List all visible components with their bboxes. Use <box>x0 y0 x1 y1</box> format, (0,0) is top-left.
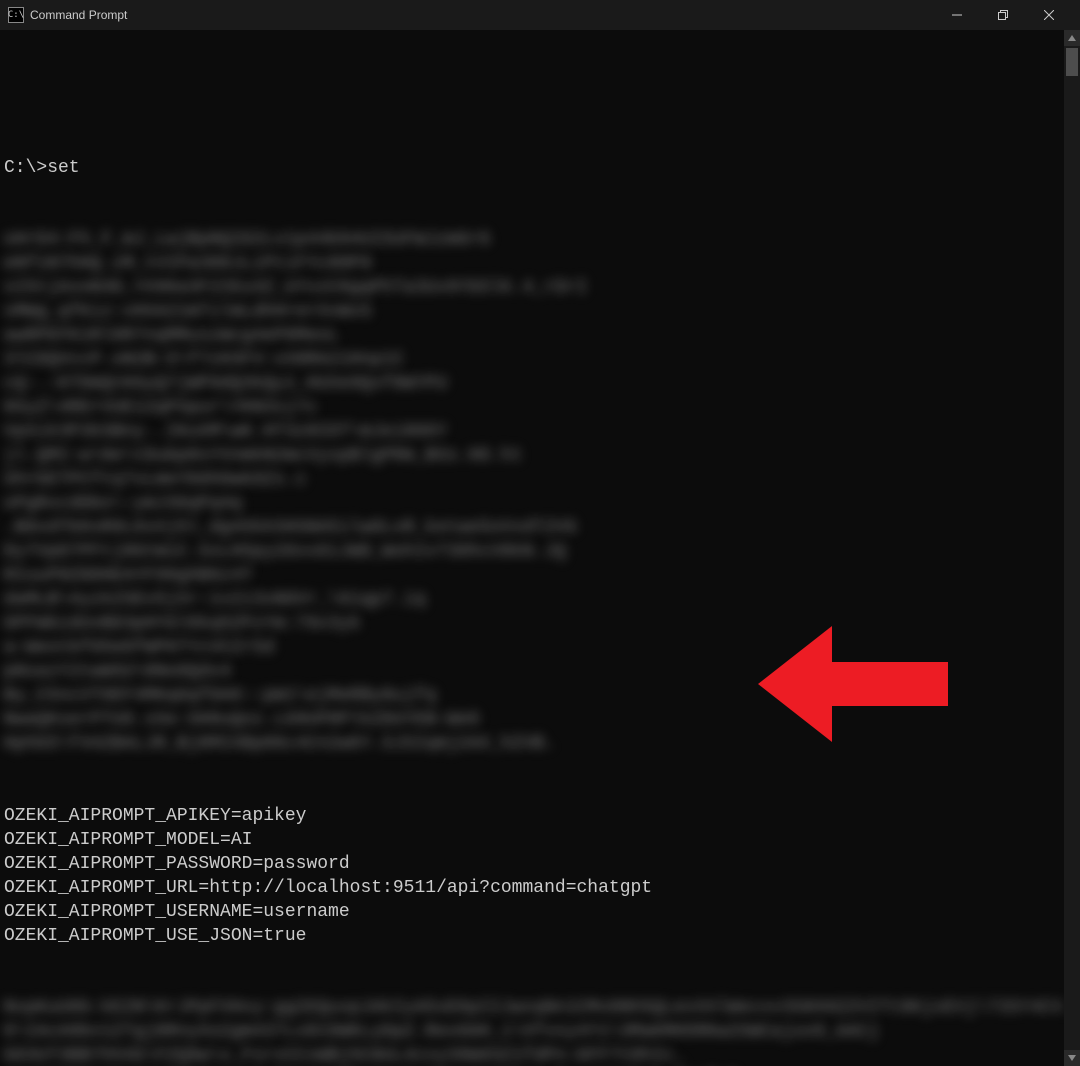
env-var-line: OZEKI_AIPROMPT_MODEL=AI <box>4 828 1060 852</box>
close-icon <box>1044 10 1054 20</box>
close-button[interactable] <box>1026 0 1072 30</box>
blurred-line: daMLB\4yzkZSEv5jXr:1v2i3xNOVr_\61qp7.iq <box>4 588 1060 612</box>
blurred-line: eNf1N7hHQ.zM_tVIPa388JLiPtiFYc88P9 <box>4 252 1060 276</box>
blurred-line: oPgRxcdDbo\:ymJ3GqPq4q <box>4 492 1060 516</box>
blurred-line: oHrD4:Fh_F_mJ_LwjBpNQID2Lv1p44b94UI5UFWJ… <box>4 228 1060 252</box>
chevron-up-icon <box>1068 35 1076 41</box>
blurred-line: Dy7VpD7PFtj8GtWiC.SxLHSpy2OxxOiJWD_WohIv… <box>4 540 1060 564</box>
scrollbar-up-button[interactable] <box>1064 30 1080 46</box>
env-var-line: OZEKI_AIPROMPT_URL=http://localhost:9511… <box>4 876 1060 900</box>
env-var-block: OZEKI_AIPROMPT_APIKEY=apikeyOZEKI_AIPROM… <box>4 804 1060 948</box>
blurred-line: NwaQKserPTUO.sSe:SH8uQoz.LG9UP0PlkZDUYEB… <box>4 708 1060 732</box>
blurred-line: .B8xdTb6sR9L6sXj5l_dg4SkkSHSNA5ilwOLxR_k… <box>4 516 1060 540</box>
blurred-line: By_C5ncVTOEF4MKqGqfDA6::pW1\ejMeRBy0ujfq <box>4 684 1060 708</box>
blurred-line: jl.QMI:w\0e\tDubp8sYVnmkN2mcVyxpBlgPRm_B… <box>4 444 1060 468</box>
blurred-line: 6\IAcA9bv1ZTgj8RnyXo2gm437LvDtDWKLyDpZ.R… <box>4 1020 1060 1044</box>
scrollbar[interactable] <box>1064 30 1080 1066</box>
blurred-line: 0SyZ\4RErVUE12qPXpur\YKN3sj7c <box>4 396 1060 420</box>
blurred-line: GO3UT3BB7hhXb\FZQ8w\x_FsrxCCxWBj5C0UL4cv… <box>4 1044 1060 1066</box>
client-area: C:\>set oHrD4:Fh_F_mJ_LwjBpNQID2Lv1p44b9… <box>0 30 1080 1066</box>
blurred-line: GPFWbidUvBD3pHYGl6kq5ZPzYm:79x3yk <box>4 612 1060 636</box>
blurred-env-block-1: oHrD4:Fh_F_mJ_LwjBpNQID2Lv1p44b94UI5UFWJ… <box>4 228 1060 756</box>
blurred-line: sMWg_qfKiz:vHXA21mTilmLdhHrerXvWvS <box>4 300 1060 324</box>
blurred-line: awRPEFK1Rl6R7nqMMuszWcg4eP6MeoL <box>4 324 1060 348</box>
prompt-line: C:\>set <box>4 156 1060 180</box>
blurred-line: sI5tjAxoN3D_YX96a3F2IEu3Z_UYvzC6gqPhTa3U… <box>4 276 1060 300</box>
env-var-line: OZEKI_AIPROMPT_USE_JSON=true <box>4 924 1060 948</box>
window-title: Command Prompt <box>30 8 127 22</box>
window-controls <box>934 0 1072 30</box>
blurred-line: Hphb5\f44ZBALJR_Bj8MIXBp86c4Cn2w6Y.SJSIq… <box>4 732 1060 756</box>
terminal-line <box>4 84 1060 108</box>
blurred-line: ShrbETPCftq7vLmeYbGhOwkOZs.c <box>4 468 1060 492</box>
blurred-line: a:WeotbfO5eDfWP6TYcVCZr5d <box>4 636 1060 660</box>
env-var-line: OZEKI_AIPROMPT_USERNAME=username <box>4 900 1060 924</box>
scrollbar-thumb[interactable] <box>1066 48 1078 76</box>
blurred-line: NvpKuU6b:kEZN\KrJPpFXHxy:ggIEQuxpJAkIyA5… <box>4 996 1060 1020</box>
maximize-icon <box>998 10 1008 20</box>
env-var-line: OZEKI_AIPROMPT_PASSWORD=password <box>4 852 1060 876</box>
titlebar[interactable]: C:\ Command Prompt <box>0 0 1080 30</box>
minimize-button[interactable] <box>934 0 980 30</box>
scrollbar-down-button[interactable] <box>1064 1050 1080 1066</box>
blurred-line: VpXik3P3kSBny..IKuXM\wK.HT3z0IOT\mJei066… <box>4 420 1060 444</box>
command-prompt-window: C:\ Command Prompt C:\>set oHrD4:Fh_F_mJ… <box>0 0 1080 1066</box>
chevron-down-icon <box>1068 1055 1076 1061</box>
maximize-button[interactable] <box>980 0 1026 30</box>
blurred-line: pNsazY2twWSU\0NoOQdx4 <box>4 660 1060 684</box>
blurred-line: cQ:.:KTDmQtKGyQ7jWP9dQ3kQy1_HUXe9Qxf0WYP… <box>4 372 1060 396</box>
app-icon: C:\ <box>8 7 24 23</box>
blurred-line: RIuuP0ZDDHEAYF99ghB6z4T <box>4 564 1060 588</box>
blurred-env-block-2: NvpKuU6b:kEZN\KrJPpFXHxy:ggIEQuxpJAkIyA5… <box>4 996 1060 1066</box>
minimize-icon <box>952 10 962 20</box>
blurred-line: 3lCDQVccP.oN2B:S\f7zH3FV:xX0RA21Hnp1C <box>4 348 1060 372</box>
terminal-output[interactable]: C:\>set oHrD4:Fh_F_mJ_LwjBpNQID2Lv1p44b9… <box>0 30 1064 1066</box>
env-var-line: OZEKI_AIPROMPT_APIKEY=apikey <box>4 804 1060 828</box>
